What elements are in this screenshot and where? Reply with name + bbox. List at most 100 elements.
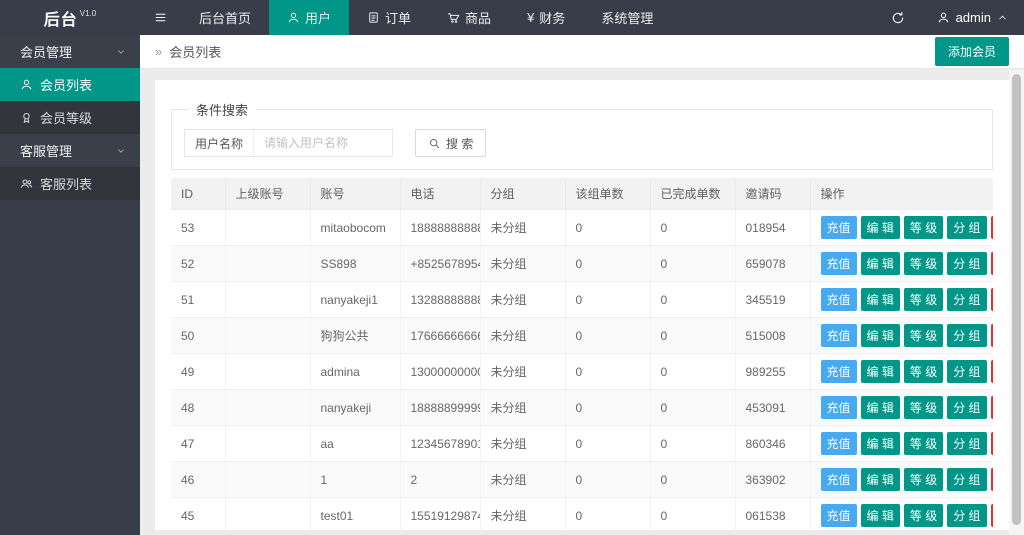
search-icon [428, 137, 441, 150]
cell-account: nanyakeji1 [310, 282, 400, 318]
sidebar-group-客服管理[interactable]: 客服管理 [0, 134, 140, 167]
disable-button[interactable]: 禁用 [991, 252, 993, 275]
recharge-button[interactable]: 充值 [821, 288, 857, 311]
nav-item-商品[interactable]: 商品 [429, 0, 509, 35]
table-row: 52SS898+8525678954未分组00659078充值编 辑等 级分 组… [171, 246, 993, 282]
refresh-button[interactable] [875, 0, 921, 35]
add-member-button[interactable]: 添加会员 [935, 37, 1009, 66]
edit-button[interactable]: 编 辑 [861, 504, 900, 527]
cell-completed-orders: 0 [650, 318, 735, 354]
edit-button[interactable]: 编 辑 [861, 252, 900, 275]
member-table: ID上级账号账号电话分组该组单数已完成单数邀请码操作 53mitaobocom1… [171, 178, 993, 530]
cell-id: 52 [171, 246, 225, 282]
level-button[interactable]: 等 级 [904, 504, 943, 527]
cell-invite-code: 018954 [735, 210, 810, 246]
edit-button[interactable]: 编 辑 [861, 432, 900, 455]
level-button[interactable]: 等 级 [904, 216, 943, 239]
breadcrumb-arrow-icon: » [155, 44, 162, 59]
user-icon [937, 11, 950, 24]
username-input[interactable] [254, 130, 392, 156]
recharge-button[interactable]: 充值 [821, 468, 857, 491]
sidebar-group-label: 客服管理 [20, 141, 72, 160]
level-button[interactable]: 等 级 [904, 396, 943, 419]
disable-button[interactable]: 禁用 [991, 288, 993, 311]
group-button[interactable]: 分 组 [947, 468, 986, 491]
recharge-button[interactable]: 充值 [821, 216, 857, 239]
cell-id: 46 [171, 462, 225, 498]
cell-invite-code: 860346 [735, 426, 810, 462]
recharge-button[interactable]: 充值 [821, 252, 857, 275]
recharge-button[interactable]: 充值 [821, 360, 857, 383]
table-row: 51nanyakeji113288888888未分组00345519充值编 辑等… [171, 282, 993, 318]
disable-button[interactable]: 禁用 [991, 360, 993, 383]
cell-id: 48 [171, 390, 225, 426]
disable-button[interactable]: 禁用 [991, 432, 993, 455]
group-button[interactable]: 分 组 [947, 324, 986, 347]
group-button[interactable]: 分 组 [947, 288, 986, 311]
disable-button[interactable]: 禁用 [991, 504, 993, 527]
cell-phone: 18888888888 [400, 210, 480, 246]
users-icon [20, 177, 33, 190]
disable-button[interactable]: 禁用 [991, 324, 993, 347]
disable-button[interactable]: 禁用 [991, 396, 993, 419]
nav-item-系统管理[interactable]: 系统管理 [583, 0, 671, 35]
edit-button[interactable]: 编 辑 [861, 396, 900, 419]
cell-id: 49 [171, 354, 225, 390]
level-button[interactable]: 等 级 [904, 252, 943, 275]
recharge-button[interactable]: 充值 [821, 396, 857, 419]
edit-button[interactable]: 编 辑 [861, 468, 900, 491]
sidebar-group-会员管理[interactable]: 会员管理 [0, 35, 140, 68]
search-button[interactable]: 搜 索 [415, 129, 486, 157]
sidebar-item-会员等级[interactable]: 会员等级 [0, 101, 140, 134]
cell-group-orders: 0 [565, 282, 650, 318]
app-title: 后台 [44, 6, 78, 30]
cell-invite-code: 659078 [735, 246, 810, 282]
edit-button[interactable]: 编 辑 [861, 324, 900, 347]
nav-item-后台首页[interactable]: 后台首页 [181, 0, 269, 35]
vertical-scrollbar-thumb[interactable] [1012, 74, 1021, 525]
sidebar-group-label: 会员管理 [20, 42, 72, 61]
row-actions: 充值编 辑等 级分 组禁用 [821, 432, 984, 455]
column-header-电话: 电话 [400, 178, 480, 210]
level-button[interactable]: 等 级 [904, 360, 943, 383]
cell-parent-account [225, 282, 310, 318]
app-version: V1.0 [80, 9, 96, 18]
level-button[interactable]: 等 级 [904, 432, 943, 455]
cell-completed-orders: 0 [650, 390, 735, 426]
sidebar-item-会员列表[interactable]: 会员列表 [0, 68, 140, 101]
cell-parent-account [225, 390, 310, 426]
group-button[interactable]: 分 组 [947, 216, 986, 239]
group-button[interactable]: 分 组 [947, 504, 986, 527]
edit-button[interactable]: 编 辑 [861, 360, 900, 383]
group-button[interactable]: 分 组 [947, 360, 986, 383]
nav-item-label: 订单 [385, 8, 411, 27]
nav-item-财务[interactable]: ¥财务 [509, 0, 583, 35]
nav-item-用户[interactable]: 用户 [269, 0, 349, 35]
group-button[interactable]: 分 组 [947, 432, 986, 455]
recharge-button[interactable]: 充值 [821, 432, 857, 455]
cell-parent-account [225, 498, 310, 531]
recharge-button[interactable]: 充值 [821, 504, 857, 527]
level-button[interactable]: 等 级 [904, 324, 943, 347]
vertical-scrollbar[interactable] [1009, 70, 1024, 535]
group-button[interactable]: 分 组 [947, 396, 986, 419]
sidebar-item-label: 客服列表 [40, 174, 92, 193]
disable-button[interactable]: 禁用 [991, 216, 993, 239]
edit-button[interactable]: 编 辑 [861, 288, 900, 311]
nav-item-订单[interactable]: 订单 [349, 0, 429, 35]
hamburger-icon[interactable] [140, 0, 181, 35]
level-button[interactable]: 等 级 [904, 288, 943, 311]
column-header-邀请码: 邀请码 [735, 178, 810, 210]
recharge-button[interactable]: 充值 [821, 324, 857, 347]
nav-item-label: 财务 [539, 8, 565, 27]
column-header-ID: ID [171, 178, 225, 210]
nav-item-label: 系统管理 [601, 8, 653, 27]
disable-button[interactable]: 禁用 [991, 468, 993, 491]
level-button[interactable]: 等 级 [904, 468, 943, 491]
cell-phone: 17666666666 [400, 318, 480, 354]
row-actions: 充值编 辑等 级分 组禁用 [821, 360, 984, 383]
edit-button[interactable]: 编 辑 [861, 216, 900, 239]
admin-menu[interactable]: admin [921, 0, 1024, 35]
sidebar-item-客服列表[interactable]: 客服列表 [0, 167, 140, 200]
group-button[interactable]: 分 组 [947, 252, 986, 275]
